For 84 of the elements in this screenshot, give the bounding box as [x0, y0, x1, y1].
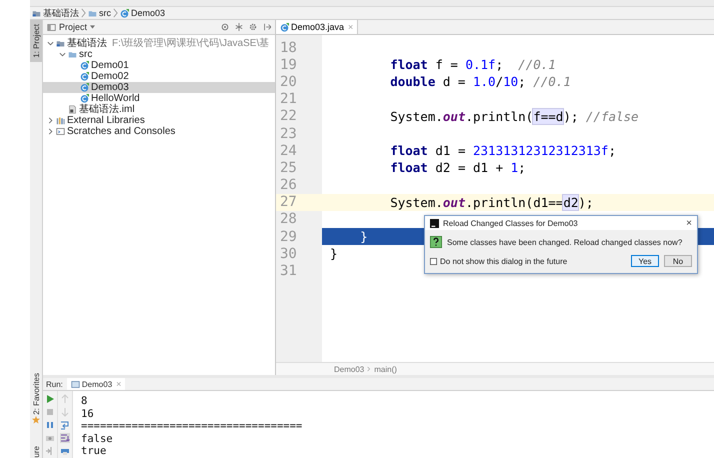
dialog-message: Some classes have been changed. Reload changed classes now? — [447, 238, 682, 246]
class-icon — [80, 94, 89, 103]
pause-icon[interactable] — [45, 420, 55, 430]
library-icon — [56, 116, 65, 125]
class-icon — [80, 72, 89, 81]
line-number: 31 — [279, 263, 298, 280]
editor-tab[interactable]: Demo03.java × — [276, 20, 358, 34]
run-icon[interactable] — [45, 394, 55, 404]
chevron-icon — [81, 8, 86, 18]
run-label: Run: — [46, 380, 63, 388]
scroll-end-icon[interactable] — [60, 433, 70, 443]
code-line: float f = 0.1f; //0.1 — [389, 57, 556, 72]
code-line: System.out.println(f==d); //false — [389, 108, 639, 124]
line-number: 19 — [279, 56, 298, 73]
console-icon — [56, 127, 65, 136]
console-output-line: true — [81, 445, 108, 458]
tree-item[interactable]: External Libraries — [43, 115, 275, 126]
line-number: 21 — [279, 91, 298, 108]
tree-item[interactable]: Demo01 — [43, 60, 275, 71]
code-line: System.out.println(d1==d2); — [389, 194, 594, 210]
console-output-line: =================================== — [81, 420, 302, 432]
app-icon — [430, 218, 439, 228]
tree-item[interactable]: src — [43, 49, 275, 60]
line-number: 26 — [279, 177, 298, 194]
folder-icon — [68, 50, 77, 59]
tool-window-tab[interactable]: 2: Favorites — [30, 368, 42, 428]
class-icon — [80, 83, 89, 92]
run-tab[interactable]: Demo03 × — [66, 378, 126, 390]
code-line: } — [330, 246, 338, 262]
code-line: float d1 = 23131312312312313f; — [389, 143, 616, 158]
tool-window-tab[interactable]: 1: Project — [30, 20, 42, 62]
breadcrumb-item[interactable]: Demo03 — [120, 8, 166, 18]
line-number: 25 — [279, 160, 298, 176]
class-icon — [120, 8, 129, 18]
tool-window-tab[interactable]: ure — [30, 442, 42, 458]
code-line: double d = 1.0/10; //0.1 — [389, 74, 571, 90]
file-icon — [68, 105, 77, 114]
line-number: 18 — [279, 40, 298, 56]
breadcrumb-item[interactable]: src — [88, 8, 111, 18]
window-icon — [47, 22, 56, 32]
module-icon — [32, 8, 41, 18]
line-number: 20 — [279, 74, 298, 90]
console-output-line: 8 — [81, 395, 88, 408]
close-button[interactable]: × — [686, 218, 692, 228]
module-icon — [56, 39, 65, 48]
checkbox[interactable]: Do not show this dialog in the future — [430, 256, 568, 266]
class-icon — [280, 22, 289, 32]
breadcrumb-item[interactable]: 基础语法 — [32, 6, 79, 20]
checkbox-icon[interactable] — [430, 258, 437, 264]
star-icon — [32, 416, 40, 424]
tree-item[interactable]: HelloWorld — [43, 93, 275, 104]
line-number: 29 — [279, 228, 298, 245]
target-icon[interactable] — [221, 23, 229, 31]
chevron-icon — [367, 365, 372, 373]
question-icon — [430, 236, 442, 248]
tree-item[interactable]: Demo02 — [43, 71, 275, 82]
tree-item[interactable]: 基础语法 F:\班级管理\网课班\代码\JavaSE\基 — [43, 38, 275, 49]
line-number: 28 — [279, 211, 298, 228]
chevron-icon — [113, 8, 118, 18]
console-output-line: false — [81, 432, 114, 445]
class-icon — [80, 61, 89, 70]
tree-item[interactable]: 基础语法.iml — [43, 104, 275, 115]
print-icon[interactable] — [60, 446, 70, 456]
dialog-button[interactable]: Yes — [631, 255, 659, 267]
tree-item[interactable]: Demo03 — [43, 82, 275, 93]
dialog-button[interactable]: No — [664, 255, 692, 267]
breadcrumb-item[interactable]: main() — [374, 364, 397, 374]
caret-icon — [90, 25, 96, 29]
console-icon — [70, 380, 80, 388]
line-number: 24 — [279, 142, 298, 159]
line-number: 23 — [279, 126, 298, 142]
dialog-title: Reload Changed Classes for Demo03 — [443, 218, 579, 228]
wrap-icon[interactable] — [60, 420, 70, 430]
hide-icon[interactable] — [263, 23, 271, 31]
line-number: 30 — [279, 246, 298, 262]
code-line: float d2 = d1 + 1; — [389, 160, 526, 176]
console-output-line: 16 — [81, 408, 95, 420]
settings-icon[interactable] — [249, 23, 257, 31]
project-path: F:\班级管理\网课班\代码\JavaSE\基 — [112, 38, 270, 49]
code-line: } — [359, 229, 368, 244]
project-view-dropdown[interactable]: Project — [47, 22, 96, 32]
line-number: 22 — [279, 108, 298, 124]
tree-item[interactable]: Scratches and Consoles — [43, 126, 275, 137]
breadcrumb-item[interactable]: Demo03 — [334, 364, 364, 374]
